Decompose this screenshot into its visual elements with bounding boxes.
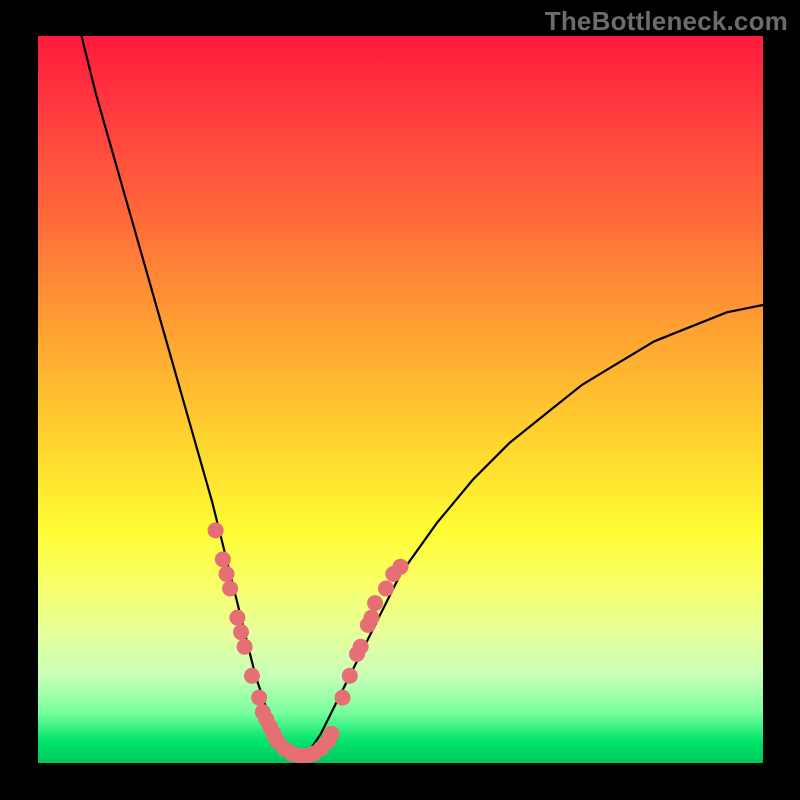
chart-frame: TheBottleneck.com (0, 0, 800, 800)
marker-dot (364, 610, 380, 626)
marker-dot (219, 566, 235, 582)
marker-dot (229, 610, 245, 626)
watermark-text: TheBottleneck.com (545, 6, 788, 37)
marker-dot (222, 581, 238, 597)
marker-dot (353, 639, 369, 655)
marker-dot (393, 559, 409, 575)
marker-dot (324, 726, 340, 742)
marker-dot (367, 595, 383, 611)
marker-dot (215, 551, 231, 567)
sample-markers (208, 522, 409, 763)
curve-bottleneck-curve-right (299, 305, 763, 756)
chart-overlay (38, 36, 763, 763)
marker-dot (237, 639, 253, 655)
marker-dot (208, 522, 224, 538)
marker-dot (251, 690, 267, 706)
marker-dot (244, 668, 260, 684)
marker-dot (342, 668, 358, 684)
marker-dot (378, 581, 394, 597)
curve-bottleneck-curve-left (82, 36, 300, 756)
marker-dot (335, 690, 351, 706)
bottleneck-curves (82, 36, 764, 756)
marker-dot (233, 624, 249, 640)
